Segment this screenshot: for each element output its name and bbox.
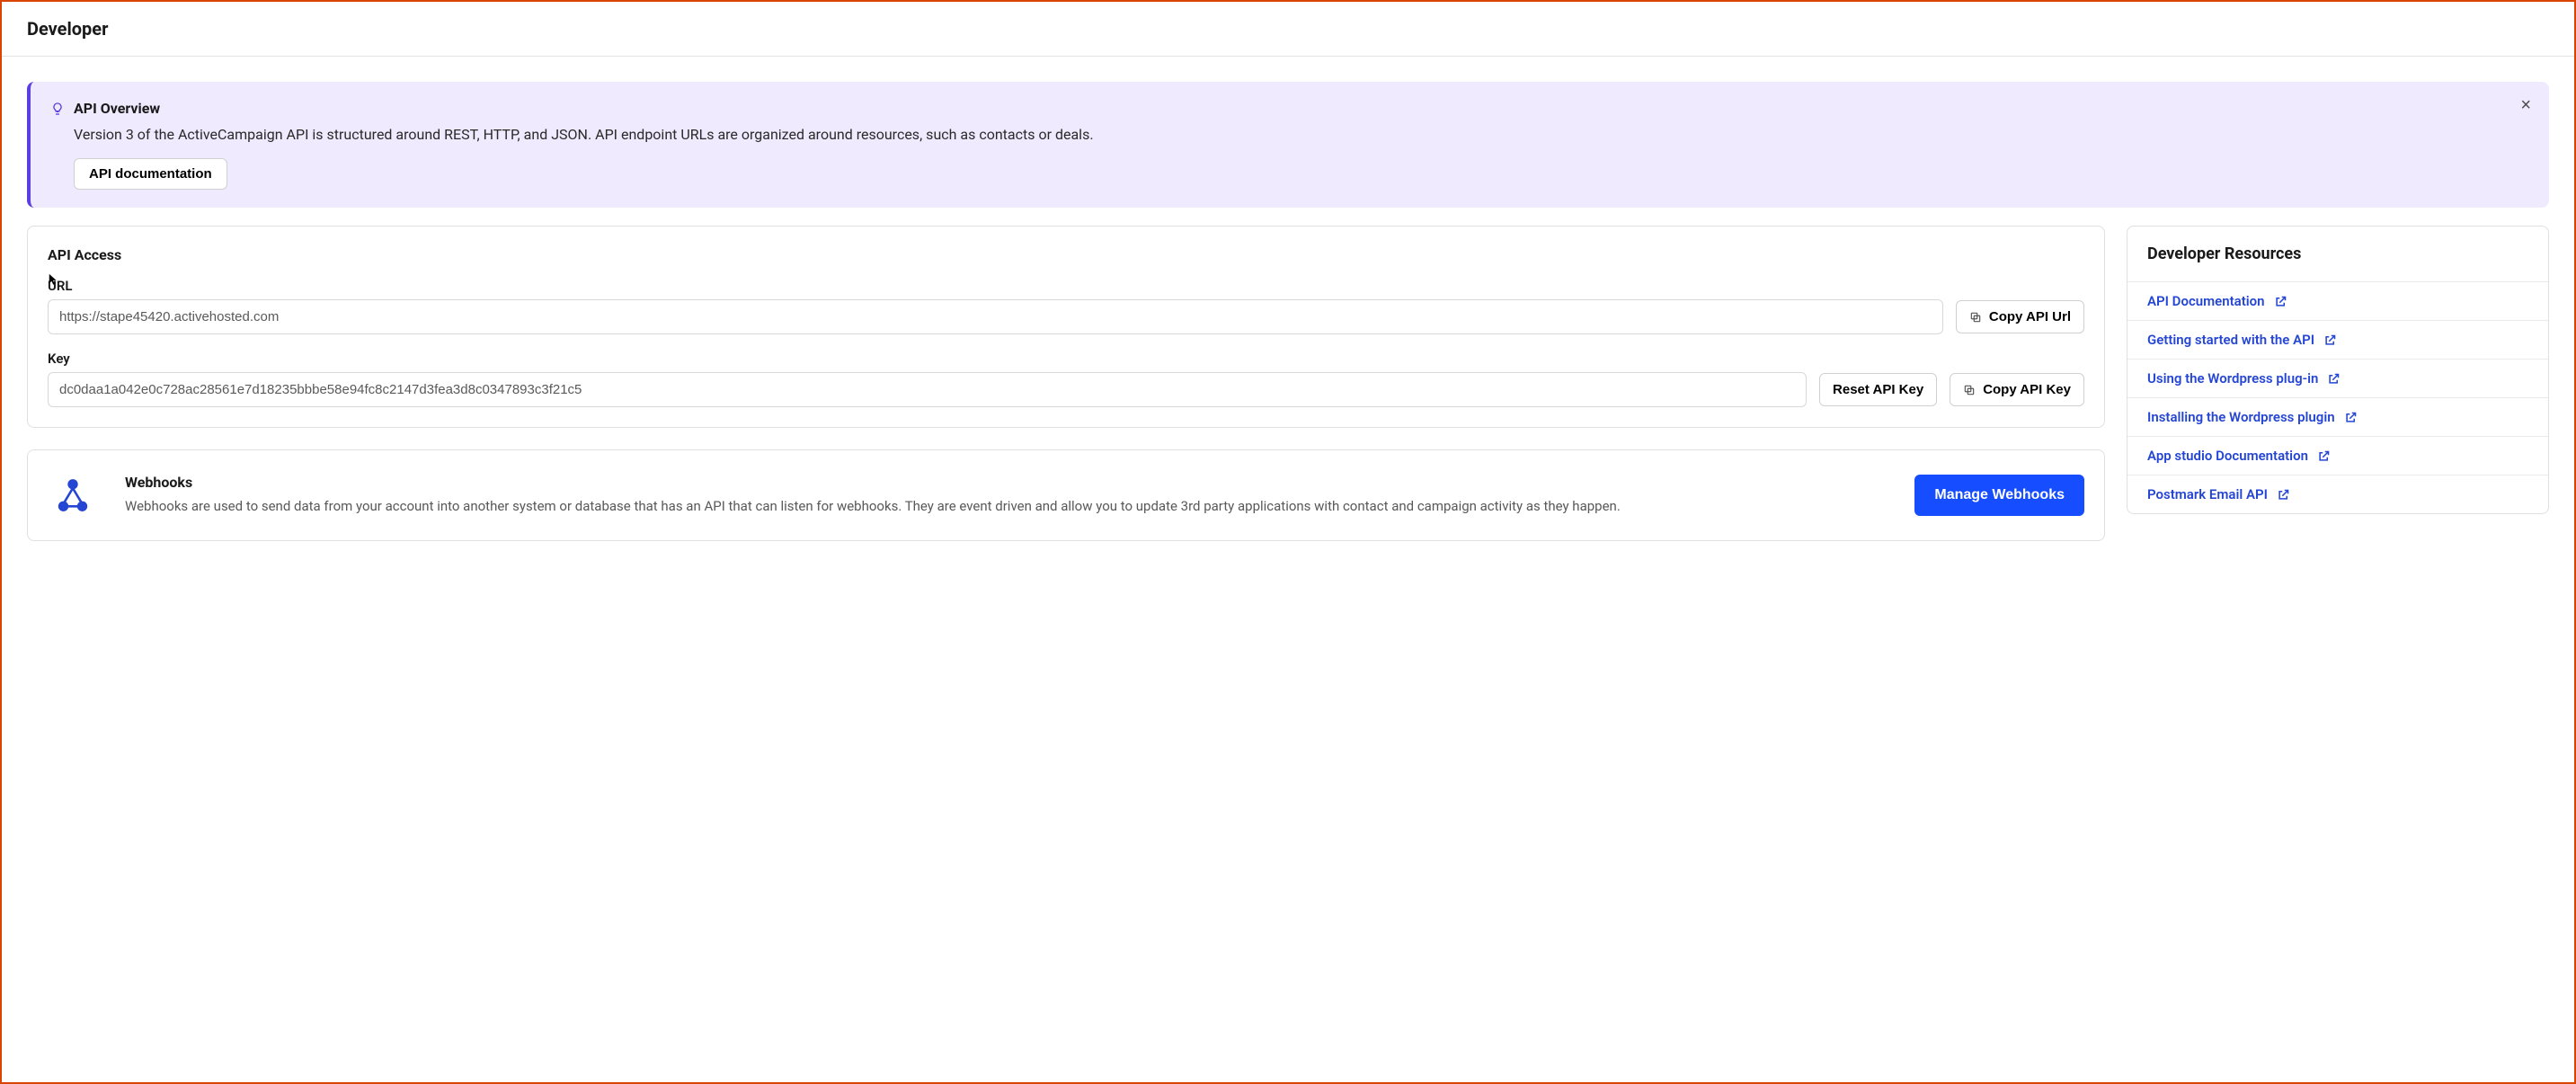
external-link-icon [2274, 295, 2287, 308]
api-documentation-button[interactable]: API documentation [74, 158, 227, 190]
copy-api-url-label: Copy API Url [1989, 309, 2071, 324]
external-link-icon [2277, 488, 2290, 502]
resource-link-label: API Documentation [2147, 293, 2265, 309]
webhooks-description: Webhooks are used to send data from your… [125, 496, 1888, 517]
callout-title: API Overview [74, 100, 160, 117]
resource-link-label: Installing the Wordpress plugin [2147, 409, 2335, 425]
resource-link-app-studio[interactable]: App studio Documentation [2127, 437, 2548, 475]
resource-link-api-documentation[interactable]: API Documentation [2127, 282, 2548, 321]
lightbulb-icon [50, 102, 65, 116]
resource-link-label: Using the Wordpress plug-in [2147, 370, 2318, 387]
copy-api-key-button[interactable]: Copy API Key [1950, 373, 2084, 406]
copy-api-url-button[interactable]: Copy API Url [1956, 300, 2084, 333]
external-link-icon [2317, 449, 2331, 463]
api-access-title: API Access [48, 246, 2084, 263]
close-callout-button[interactable]: × [2520, 96, 2531, 114]
key-label: Key [48, 351, 2084, 367]
external-link-icon [2323, 333, 2337, 347]
webhook-icon [48, 470, 98, 520]
url-label: URL [48, 278, 2084, 294]
manage-webhooks-button[interactable]: Manage Webhooks [1914, 475, 2084, 516]
copy-icon [1963, 384, 1976, 396]
api-overview-callout: × API Overview Version 3 of the ActiveCa… [27, 82, 2549, 208]
external-link-icon [2327, 372, 2341, 386]
page-title: Developer [27, 18, 2549, 40]
resource-link-wordpress-plugin-using[interactable]: Using the Wordpress plug-in [2127, 360, 2548, 398]
resource-link-label: App studio Documentation [2147, 448, 2308, 464]
webhooks-title: Webhooks [125, 474, 1888, 491]
resource-link-postmark[interactable]: Postmark Email API [2127, 475, 2548, 513]
reset-api-key-label: Reset API Key [1833, 382, 1923, 397]
page-header: Developer [2, 2, 2574, 57]
copy-api-key-label: Copy API Key [1983, 382, 2071, 397]
resource-link-getting-started[interactable]: Getting started with the API [2127, 321, 2548, 360]
developer-resources-panel: Developer Resources API Documentation Ge… [2127, 226, 2549, 514]
external-link-icon [2344, 411, 2358, 424]
reset-api-key-button[interactable]: Reset API Key [1819, 373, 1937, 406]
api-key-input[interactable] [48, 372, 1807, 407]
api-access-panel: API Access URL Copy API Url [27, 226, 2105, 428]
resource-link-label: Getting started with the API [2147, 332, 2314, 348]
developer-resources-title: Developer Resources [2147, 244, 2528, 263]
resource-link-wordpress-plugin-install[interactable]: Installing the Wordpress plugin [2127, 398, 2548, 437]
copy-icon [1969, 311, 1982, 324]
callout-description: Version 3 of the ActiveCampaign API is s… [74, 124, 2529, 146]
resource-link-label: Postmark Email API [2147, 486, 2268, 502]
webhooks-panel: Webhooks Webhooks are used to send data … [27, 449, 2105, 541]
api-url-input[interactable] [48, 299, 1943, 334]
